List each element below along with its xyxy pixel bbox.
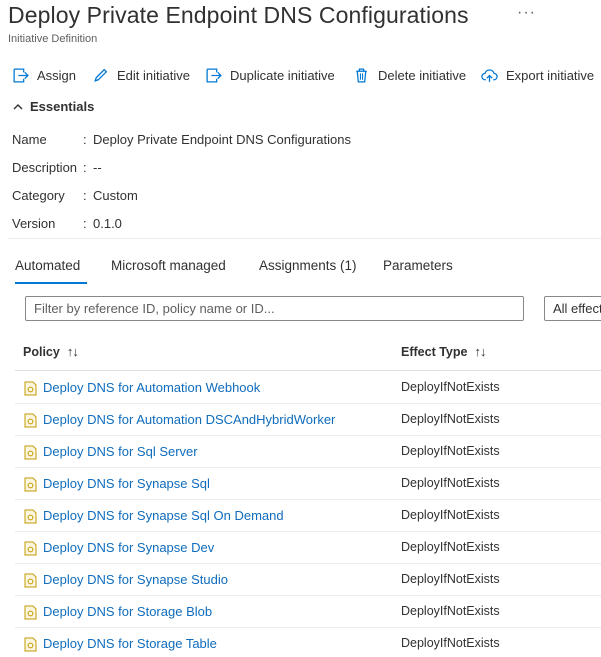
duplicate-icon bbox=[206, 67, 222, 83]
essentials-divider bbox=[8, 238, 601, 239]
effect-type-value: DeployIfNotExists bbox=[401, 380, 500, 394]
essentials-label: Category bbox=[12, 188, 65, 203]
essentials-toggle[interactable]: Essentials bbox=[12, 99, 94, 114]
effect-type-value: DeployIfNotExists bbox=[401, 604, 500, 618]
policy-name-link[interactable]: Deploy DNS for Storage Blob bbox=[43, 604, 212, 619]
essentials-label: Description bbox=[12, 160, 78, 175]
pencil-icon bbox=[94, 68, 108, 82]
tab-bar: Automated Microsoft managed Assignments … bbox=[0, 258, 601, 288]
active-tab-indicator bbox=[15, 282, 87, 284]
sort-icon: ↑↓ bbox=[474, 344, 486, 359]
chevron-up-icon bbox=[13, 103, 23, 109]
effect-type-value: DeployIfNotExists bbox=[401, 540, 500, 554]
effect-type-value: DeployIfNotExists bbox=[401, 508, 500, 522]
policy-name-link[interactable]: Deploy DNS for Sql Server bbox=[43, 444, 198, 459]
table-header-divider bbox=[15, 370, 601, 371]
page-subtitle: Initiative Definition bbox=[8, 33, 98, 45]
essentials-value: Deploy Private Endpoint DNS Configuratio… bbox=[93, 132, 351, 147]
essentials-value: 0.1.0 bbox=[93, 216, 122, 231]
policy-definition-icon bbox=[24, 573, 37, 588]
assign-icon bbox=[13, 67, 29, 83]
edit-initiative-button[interactable]: Edit initiative bbox=[92, 62, 190, 88]
export-initiative-button[interactable]: Export initiative bbox=[481, 62, 594, 88]
command-bar: Assign Edit initiative Duplicate initiat… bbox=[0, 62, 601, 88]
effect-type-value: DeployIfNotExists bbox=[401, 572, 500, 586]
duplicate-initiative-label: Duplicate initiative bbox=[230, 67, 335, 83]
effect-type-value: DeployIfNotExists bbox=[401, 636, 500, 650]
policy-name-link[interactable]: Deploy DNS for Storage Table bbox=[43, 636, 217, 651]
essentials-row-category: Category : Custom bbox=[12, 188, 138, 203]
effect-filter-dropdown[interactable]: All effect bbox=[544, 296, 601, 321]
delete-initiative-label: Delete initiative bbox=[378, 67, 467, 83]
policy-name-link[interactable]: Deploy DNS for Synapse Dev bbox=[43, 540, 214, 555]
effect-type-value: DeployIfNotExists bbox=[401, 476, 500, 490]
page-title: Deploy Private Endpoint DNS Configuratio… bbox=[8, 2, 469, 28]
table-row: Deploy DNS for Synapse Sql On Demand Depl… bbox=[15, 500, 601, 532]
essentials-row-name: Name : Deploy Private Endpoint DNS Confi… bbox=[12, 132, 351, 147]
more-options-button[interactable]: ··· bbox=[517, 4, 536, 22]
table-row: Deploy DNS for Synapse Dev DeployIfNotExi… bbox=[15, 532, 601, 564]
column-header-policy-label: Policy bbox=[23, 344, 60, 359]
cloud-upload-icon bbox=[481, 68, 498, 82]
export-initiative-label: Export initiative bbox=[506, 67, 595, 83]
assign-button[interactable]: Assign bbox=[12, 62, 76, 88]
essentials-value: -- bbox=[93, 160, 102, 175]
policy-definition-icon bbox=[24, 445, 37, 460]
policy-name-link[interactable]: Deploy DNS for Synapse Sql bbox=[43, 476, 210, 491]
essentials-label: Name bbox=[12, 132, 47, 147]
policy-definition-icon bbox=[24, 637, 37, 652]
policy-definition-icon bbox=[24, 477, 37, 492]
table-row: Deploy DNS for Storage Table DeployIfNotE… bbox=[15, 628, 601, 657]
tab-assignments[interactable]: Assignments (1) bbox=[259, 258, 357, 273]
table-row: Deploy DNS for Automation Webhook DeployI… bbox=[15, 372, 601, 404]
effect-type-value: DeployIfNotExists bbox=[401, 444, 500, 458]
essentials-title: Essentials bbox=[30, 99, 95, 114]
sort-icon: ↑↓ bbox=[66, 344, 79, 359]
table-row: Deploy DNS for Storage Blob DeployIfNotEx… bbox=[15, 596, 601, 628]
policy-name-link[interactable]: Deploy DNS for Synapse Studio bbox=[43, 572, 228, 587]
table-row: Deploy DNS for Automation DSCAndHybridWo… bbox=[15, 404, 601, 436]
policy-name-link[interactable]: Deploy DNS for Automation Webhook bbox=[43, 380, 260, 395]
duplicate-initiative-button[interactable]: Duplicate initiative bbox=[205, 62, 335, 88]
policy-name-link[interactable]: Deploy DNS for Synapse Sql On Demand bbox=[43, 508, 284, 523]
policy-name-link[interactable]: Deploy DNS for Automation DSCAndHybridWo… bbox=[43, 412, 335, 427]
assign-label: Assign bbox=[37, 67, 77, 83]
table-row: Deploy DNS for Sql Server DeployIfNotExis… bbox=[15, 436, 601, 468]
edit-initiative-label: Edit initiative bbox=[117, 67, 190, 83]
essentials-row-version: Version : 0.1.0 bbox=[12, 216, 122, 231]
policy-definition-icon bbox=[24, 605, 37, 620]
effect-type-value: DeployIfNotExists bbox=[401, 412, 500, 426]
delete-initiative-button[interactable]: Delete initiative bbox=[353, 62, 466, 88]
essentials-row-description: Description : -- bbox=[12, 160, 102, 175]
trash-icon bbox=[356, 67, 367, 83]
filter-input[interactable] bbox=[25, 296, 524, 321]
column-header-policy[interactable]: Policy ↑↓ bbox=[23, 344, 79, 359]
table-row: Deploy DNS for Synapse Sql DeployIfNotExi… bbox=[15, 468, 601, 500]
tab-microsoft-managed[interactable]: Microsoft managed bbox=[111, 258, 226, 273]
tab-automated[interactable]: Automated bbox=[15, 258, 80, 273]
policy-definition-icon bbox=[24, 509, 37, 524]
policy-definition-icon bbox=[24, 541, 37, 556]
policy-definition-icon bbox=[24, 413, 37, 428]
column-header-effect-type[interactable]: Effect Type ↑↓ bbox=[401, 344, 486, 359]
policy-definition-icon bbox=[24, 381, 37, 396]
essentials-label: Version bbox=[12, 216, 56, 231]
tab-parameters[interactable]: Parameters bbox=[383, 258, 453, 273]
table-row: Deploy DNS for Synapse Studio DeployIfNot… bbox=[15, 564, 601, 596]
column-header-effect-label: Effect Type bbox=[401, 344, 468, 359]
essentials-value: Custom bbox=[93, 188, 138, 203]
